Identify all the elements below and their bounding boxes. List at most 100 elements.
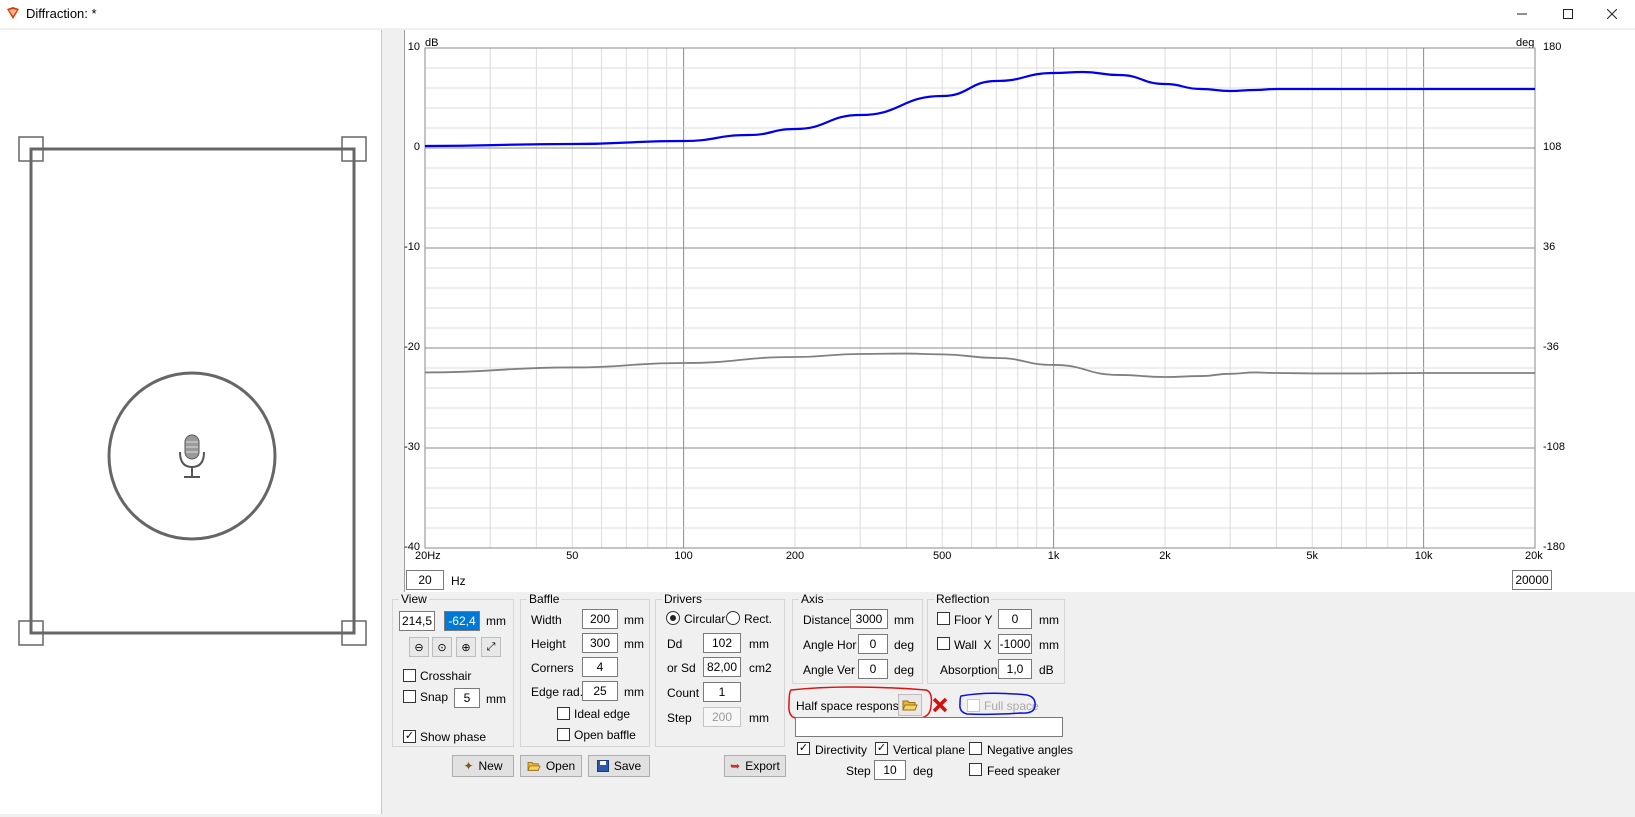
snap-input[interactable]: 5 (454, 688, 480, 708)
angle-hor-input[interactable]: 0 (858, 634, 888, 654)
plot-panel[interactable]: dB deg 10 0 -10 -20 -30 -40 180 108 36 -36 -108 -1… (404, 30, 1635, 592)
baffle-view[interactable] (0, 30, 382, 814)
angle-ver-label: Angle Ver (803, 663, 856, 677)
baffle-canvas[interactable] (0, 30, 382, 814)
count-input[interactable]: 1 (703, 682, 741, 702)
maximize-button[interactable] (1545, 0, 1591, 28)
baffle-outline[interactable] (29, 147, 356, 635)
angle-hor-label: Angle Hor (803, 638, 857, 652)
snap-checkbox[interactable] (403, 690, 416, 703)
open-baffle-label: Open baffle (574, 728, 636, 742)
zoom-in-button[interactable]: ⊕ (456, 637, 476, 657)
step-label: Step (667, 711, 692, 725)
export-button[interactable]: ➥ Export (724, 755, 786, 777)
zoom-fit-icon: ⤢ (486, 640, 496, 653)
width-input[interactable]: 200 (582, 609, 618, 629)
ideal-edge-checkbox[interactable] (557, 707, 570, 720)
height-input[interactable]: 300 (582, 633, 618, 653)
edge-label: Edge rad. (531, 685, 584, 699)
close-button[interactable] (1589, 0, 1635, 28)
absorption-unit: dB (1039, 663, 1054, 677)
floor-input[interactable]: 0 (998, 609, 1032, 629)
zoom-out-icon: ⊖ (414, 641, 424, 654)
export-button-label: Export (745, 759, 780, 773)
zoom-in-icon: ⊕ (461, 641, 471, 654)
feed-speaker-checkbox[interactable] (969, 763, 982, 776)
negative-angles-label: Negative angles (987, 743, 1074, 757)
absorption-input[interactable]: 1,0 (998, 659, 1032, 679)
blue-highlight-annotation (959, 692, 1036, 716)
circular-radio[interactable] (666, 611, 680, 625)
zoom-reset-button[interactable]: ⊙ (432, 637, 452, 657)
view-x-input[interactable]: 214,5 (399, 611, 435, 631)
step-unit: mm (749, 711, 769, 725)
zoom-fit-button[interactable]: ⤢ (481, 637, 501, 657)
new-button-label: New (478, 759, 503, 773)
axis-group: Axis Distance 3000 mm Angle Hor 0 deg An… (792, 592, 923, 684)
distance-unit: mm (894, 613, 914, 627)
phase-curve (424, 352, 1535, 378)
view-group-label: View (399, 592, 429, 606)
floppy-disk-icon (596, 760, 609, 772)
absorption-label: Absorption (940, 663, 998, 677)
minimize-icon (1517, 13, 1527, 15)
open-button-label: Open (545, 759, 576, 773)
new-button[interactable]: ✦ New (452, 755, 514, 777)
ideal-edge-label: Ideal edge (574, 707, 631, 721)
angle-ver-input[interactable]: 0 (858, 659, 888, 679)
step-input[interactable]: 200 (703, 707, 741, 727)
height-label: Height (531, 637, 566, 651)
plot-grid (424, 47, 1536, 549)
wall-input[interactable]: -1000 (998, 634, 1032, 654)
plot-curves (424, 70, 1535, 378)
microphone-icon[interactable] (179, 434, 205, 478)
reflection-group-label: Reflection (934, 592, 992, 606)
height-unit: mm (624, 637, 644, 651)
vertical-plane-checkbox[interactable]: ✓ (875, 742, 888, 755)
wall-unit: mm (1039, 638, 1059, 652)
directivity-step-unit: deg (913, 764, 934, 778)
axis-group-label: Axis (799, 592, 826, 606)
distance-label: Distance (803, 613, 850, 627)
sd-label: or Sd (667, 661, 696, 675)
open-baffle-checkbox[interactable] (557, 728, 570, 741)
view-y-input[interactable]: -62,4 (444, 611, 480, 631)
save-button[interactable]: Save (588, 755, 650, 777)
edge-input[interactable]: 25 (582, 681, 618, 701)
floor-checkbox[interactable] (937, 612, 950, 625)
sd-unit: cm2 (749, 661, 772, 675)
export-icon: ➥ (730, 759, 741, 773)
open-button[interactable]: Open (520, 755, 582, 777)
rect-radio[interactable] (726, 611, 740, 625)
negative-angles-checkbox[interactable] (969, 742, 982, 755)
directivity-step-label: Step (846, 764, 871, 778)
directivity-step-input[interactable]: 10 (874, 760, 906, 780)
crosshair-label: Crosshair (420, 669, 472, 683)
drivers-group: Drivers Circular Rect. Dd 102 mm or Sd 8… (655, 592, 785, 747)
snap-label: Snap (420, 690, 449, 704)
freq-max-input[interactable]: 20000 (1512, 570, 1552, 590)
freq-min-input[interactable]: 20 (406, 570, 444, 590)
distance-input[interactable]: 3000 (850, 609, 888, 629)
zoom-out-button[interactable]: ⊖ (409, 637, 429, 657)
sd-input[interactable]: 82,00 (703, 657, 741, 677)
angle-hor-unit: deg (894, 638, 915, 652)
directivity-label: Directivity (815, 743, 868, 757)
minimize-button[interactable] (1499, 0, 1545, 28)
dd-unit: mm (749, 637, 769, 651)
response-file-path[interactable] (795, 717, 1063, 737)
plot-frame (424, 47, 1536, 549)
frequency-plot[interactable] (405, 30, 1635, 592)
dd-input[interactable]: 102 (703, 633, 741, 653)
close-icon (1607, 9, 1617, 19)
view-unit: mm (486, 614, 506, 628)
crosshair-checkbox[interactable] (403, 669, 416, 682)
width-unit: mm (624, 613, 644, 627)
wall-checkbox[interactable] (937, 637, 950, 650)
snap-unit: mm (486, 692, 506, 706)
circular-label: Circular (684, 612, 726, 626)
corners-input[interactable]: 4 (582, 657, 618, 677)
floor-label: Floor Y (954, 613, 993, 627)
directivity-checkbox[interactable]: ✓ (797, 742, 810, 755)
show-phase-checkbox[interactable]: ✓ (403, 730, 416, 743)
